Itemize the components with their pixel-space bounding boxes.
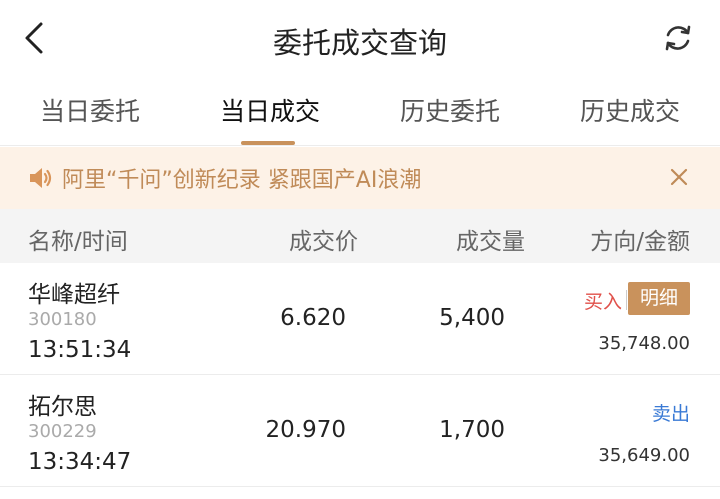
- table-header: 名称/时间 成交价 成交量 方向/金额: [0, 209, 720, 263]
- trade-amount: 35,748.00: [598, 333, 690, 354]
- header-direction-amount: 方向/金额: [590, 229, 690, 255]
- stock-name: 华峰超纤: [28, 282, 120, 308]
- trade-amount: 35,649.00: [598, 445, 690, 466]
- table-row[interactable]: 拓尔思 300229 13:34:47 20.970 1,700 卖出 35,6…: [0, 375, 720, 487]
- header-name-time: 名称/时间: [28, 229, 128, 255]
- direction-buy-label: 买入: [583, 291, 622, 313]
- refresh-icon[interactable]: [660, 20, 696, 56]
- trade-time: 13:51:34: [28, 337, 132, 363]
- trade-time: 13:34:47: [28, 449, 132, 475]
- trade-price: 6.620: [280, 305, 346, 331]
- tab-today-trades[interactable]: 当日成交: [180, 92, 360, 128]
- notice-text[interactable]: 阿里“千问”创新纪录 紧跟国产AI浪潮: [62, 162, 421, 194]
- stock-code: 300180: [28, 309, 97, 330]
- header-volume: 成交量: [456, 229, 525, 255]
- notice-banner[interactable]: 阿里“千问”创新纪录 紧跟国产AI浪潮: [0, 147, 720, 209]
- header-price: 成交价: [289, 229, 358, 255]
- page-title: 委托成交查询: [272, 26, 447, 60]
- trade-volume: 1,700: [439, 417, 505, 443]
- tab-today-orders[interactable]: 当日委托: [0, 92, 180, 128]
- speaker-icon: [27, 165, 53, 191]
- direction-sell-label: 卖出: [651, 403, 690, 425]
- trade-price: 20.970: [265, 417, 346, 443]
- tab-history-trades[interactable]: 历史成交: [540, 92, 720, 128]
- stock-name: 拓尔思: [28, 394, 97, 420]
- tab-history-orders[interactable]: 历史委托: [360, 92, 540, 128]
- divider: [626, 290, 627, 310]
- tab-bar: 当日委托 当日成交 历史委托 历史成交: [0, 76, 720, 146]
- table-row[interactable]: 华峰超纤 300180 13:51:34 6.620 5,400 买入 明细 3…: [0, 263, 720, 375]
- trade-volume: 5,400: [439, 305, 505, 331]
- stock-code: 300229: [28, 421, 97, 442]
- detail-button[interactable]: 明细: [628, 282, 690, 315]
- active-tab-indicator: [241, 141, 295, 145]
- header-bar: 委托成交查询: [0, 0, 720, 76]
- close-icon[interactable]: [668, 166, 690, 188]
